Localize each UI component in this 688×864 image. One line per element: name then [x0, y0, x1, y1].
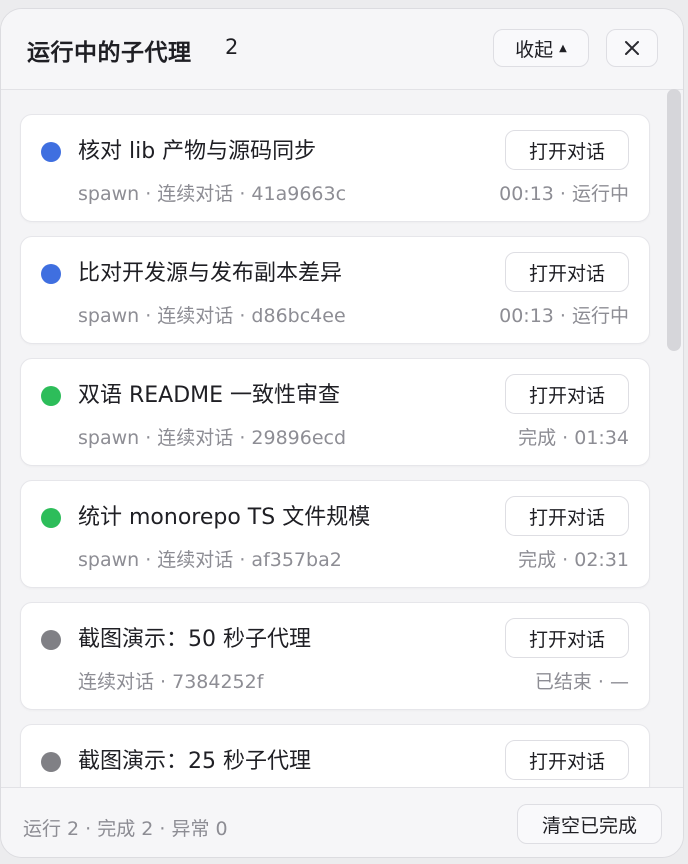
status-dot-icon — [41, 386, 61, 406]
agent-status: 已结束 · — — [534, 671, 629, 693]
panel-header: 运行中的子代理 2 收起 ▲ — [1, 9, 683, 90]
agent-card[interactable]: 比对开发源与发布副本差异 spawn · 连续对话 · d86bc4ee 00:13… — [20, 236, 650, 344]
agent-status: 完成 · 01:34 — [518, 427, 629, 449]
status-dot-icon — [41, 752, 61, 772]
collapse-button[interactable]: 收起 ▲ — [493, 29, 589, 67]
agent-card[interactable]: 截图演示：50 秒子代理 连续对话 · 7384252f 已结束 · — 打开对话 — [20, 602, 650, 710]
agent-meta: spawn · 连续对话 · 29896ecd — [78, 427, 347, 449]
agent-status: 00:13 · 运行中 — [499, 305, 629, 327]
agent-card[interactable]: 双语 README 一致性审查 spawn · 连续对话 · 29896ecd 完成… — [20, 358, 650, 466]
agent-list[interactable]: 核对 lib 产物与源码同步 spawn · 连续对话 · 41a9663c 00:… — [1, 89, 683, 787]
open-conversation-button[interactable]: 打开对话 — [505, 618, 629, 658]
status-dot-icon — [41, 630, 61, 650]
open-conversation-button[interactable]: 打开对话 — [505, 740, 629, 780]
open-conversation-button[interactable]: 打开对话 — [505, 496, 629, 536]
agent-title: 双语 README 一致性审查 — [78, 383, 341, 408]
agent-card[interactable]: 统计 monorepo TS 文件规模 spawn · 连续对话 · af357b… — [20, 480, 650, 588]
footer-stats: 运行 2 · 完成 2 · 异常 0 — [23, 818, 228, 840]
running-count: 2 — [225, 35, 239, 59]
subagent-panel: 运行中的子代理 2 收起 ▲ 核对 lib 产物与源码同步 spawn · 连续对… — [0, 8, 684, 858]
agent-status: 00:13 · 运行中 — [499, 183, 629, 205]
caret-up-icon: ▲ — [559, 42, 567, 54]
status-dot-icon — [41, 508, 61, 528]
status-dot-icon — [41, 142, 61, 162]
agent-card[interactable]: 截图演示：25 秒子代理连续对话 · 3a4de355已结束 · —打开对话 — [20, 724, 650, 787]
agent-meta: 连续对话 · 7384252f — [78, 671, 264, 693]
agent-meta: spawn · 连续对话 · 41a9663c — [78, 183, 347, 205]
agent-title: 截图演示：50 秒子代理 — [78, 627, 311, 652]
agent-title: 核对 lib 产物与源码同步 — [78, 139, 317, 164]
open-conversation-button[interactable]: 打开对话 — [505, 130, 629, 170]
agent-title: 统计 monorepo TS 文件规模 — [78, 505, 371, 530]
panel-footer: 运行 2 · 完成 2 · 异常 0 清空已完成 — [1, 787, 683, 857]
scrollbar-thumb[interactable] — [667, 89, 681, 351]
agent-meta: spawn · 连续对话 · af357ba2 — [78, 549, 342, 571]
panel-title: 运行中的子代理 — [27, 40, 192, 66]
agent-status: 完成 · 02:31 — [518, 549, 629, 571]
agent-meta: spawn · 连续对话 · d86bc4ee — [78, 305, 346, 327]
agent-card[interactable]: 核对 lib 产物与源码同步 spawn · 连续对话 · 41a9663c 00:… — [20, 114, 650, 222]
clear-completed-button[interactable]: 清空已完成 — [517, 804, 662, 844]
close-button[interactable] — [606, 29, 658, 67]
open-conversation-button[interactable]: 打开对话 — [505, 252, 629, 292]
status-dot-icon — [41, 264, 61, 284]
agent-title: 截图演示：25 秒子代理 — [78, 749, 311, 774]
agent-title: 比对开发源与发布副本差异 — [78, 261, 343, 286]
collapse-label: 收起 — [515, 38, 554, 61]
close-icon — [625, 41, 639, 55]
open-conversation-button[interactable]: 打开对话 — [505, 374, 629, 414]
